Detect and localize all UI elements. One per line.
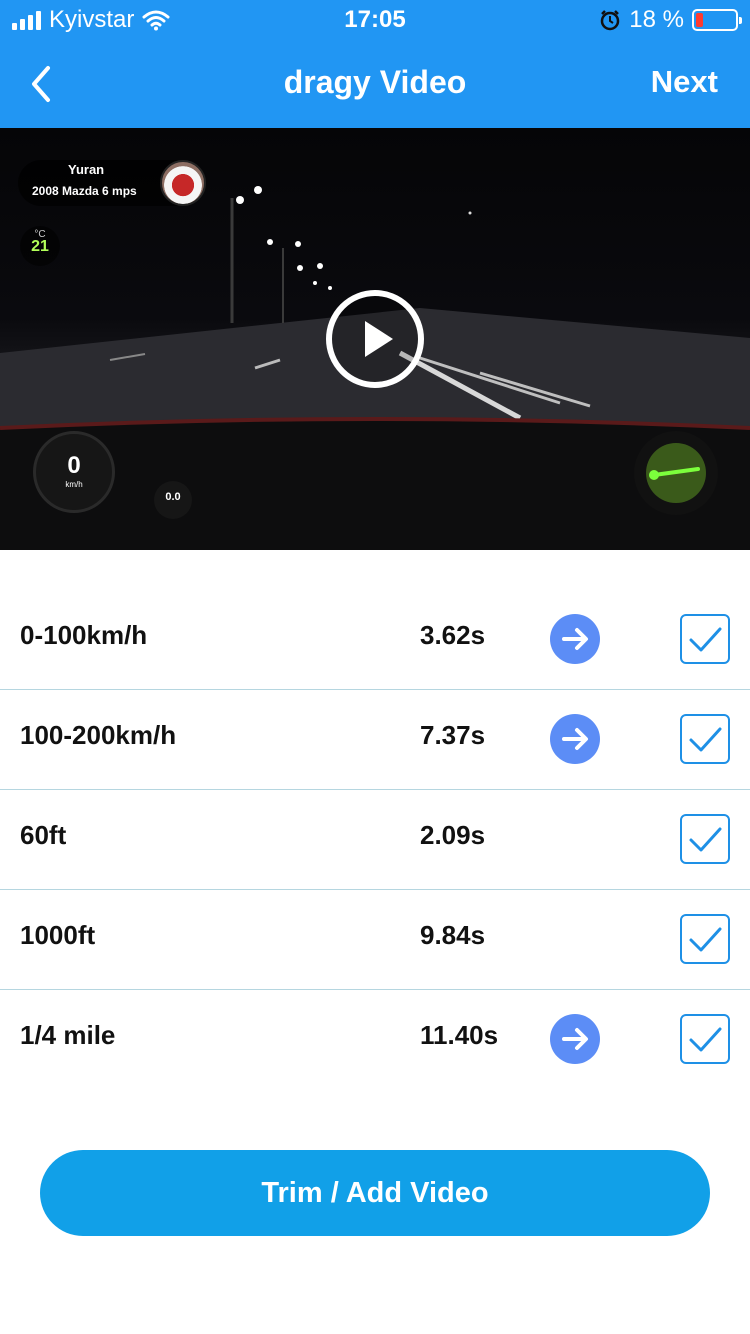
driver-name: Yuran [68, 162, 105, 177]
result-label: 0-100km/h [20, 620, 148, 650]
result-checkbox[interactable] [680, 914, 730, 964]
checkmark-icon [689, 727, 722, 752]
temperature-badge: °C 21 [20, 226, 60, 266]
result-time: 11.40s [420, 1020, 499, 1050]
speed-unit: km/h [65, 480, 83, 489]
speed-value: 0 [67, 452, 81, 479]
status-right: 18 % [599, 6, 742, 34]
trim-add-video-button[interactable]: Trim / Add Video [40, 1150, 710, 1236]
play-button[interactable] [325, 289, 425, 389]
arrow-right-icon [562, 1028, 588, 1050]
result-row: 0-100km/h 3.62s [0, 590, 750, 690]
result-row: 1000ft 9.84s [0, 890, 750, 990]
checkmark-icon [689, 1027, 722, 1052]
alarm-icon [601, 10, 620, 31]
page-title: dragy Video [283, 64, 467, 100]
driver-card: Yuran 2008 Mazda 6 mps [18, 160, 206, 206]
result-time: 7.37s [420, 720, 486, 750]
play-icon [326, 290, 424, 388]
result-checkbox[interactable] [680, 814, 730, 864]
chevron-left-icon [32, 66, 50, 102]
result-row: 60ft 2.09s [0, 790, 750, 890]
result-row: 1/4 mile 11.40s [0, 990, 750, 1090]
battery-percent: 18 % [629, 6, 684, 33]
back-button[interactable] [24, 62, 64, 106]
video-preview[interactable]: Yuran 2008 Mazda 6 mps °C 21 0 km/h 0.0 [0, 128, 750, 550]
result-time: 9.84s [420, 920, 486, 950]
g-force-value: 0.0 [154, 481, 192, 519]
result-label: 1000ft [20, 920, 96, 950]
gauge-needle-icon [646, 443, 706, 503]
checkmark-icon [689, 627, 722, 652]
result-detail-button[interactable] [550, 1014, 600, 1064]
result-detail-button[interactable] [550, 614, 600, 664]
checkmark-icon [689, 927, 722, 952]
battery-icon [692, 9, 742, 31]
result-time: 2.09s [420, 820, 486, 850]
g-gauge [634, 431, 718, 515]
status-bar: Kyivstar 17:05 18 % [0, 0, 750, 40]
next-button[interactable]: Next [651, 64, 718, 100]
arrow-right-icon [562, 728, 588, 750]
app-header: Kyivstar 17:05 18 % dragy Video Next [0, 0, 750, 128]
result-checkbox[interactable] [680, 614, 730, 664]
temperature-value: 21 [31, 238, 49, 255]
result-label: 60ft [20, 820, 67, 850]
results-list: 0-100km/h 3.62s 100-200km/h 7.37s 60ft 2.09s 1… [0, 590, 750, 1090]
result-row: 100-200km/h 7.37s [0, 690, 750, 790]
result-label: 1/4 mile [20, 1020, 116, 1050]
battery-level [696, 13, 703, 27]
arrow-right-icon [562, 628, 588, 650]
driver-car: 2008 Mazda 6 mps [32, 184, 137, 198]
speedometer: 0 km/h [33, 431, 115, 513]
result-time: 3.62s [420, 620, 486, 650]
result-checkbox[interactable] [680, 714, 730, 764]
checkmark-icon [689, 827, 722, 852]
result-detail-button[interactable] [550, 714, 600, 764]
result-label: 100-200km/h [20, 720, 177, 750]
avatar [160, 160, 206, 206]
result-checkbox[interactable] [680, 1014, 730, 1064]
